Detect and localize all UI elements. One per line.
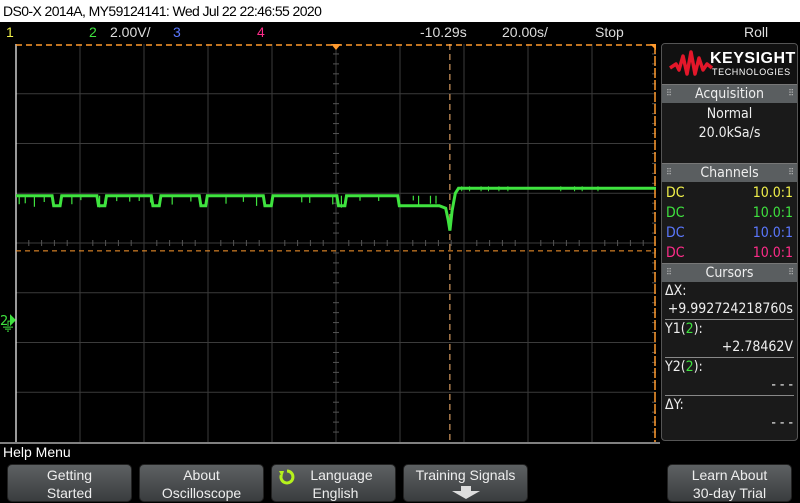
channel-row-4[interactable]: DC 10.0:1 (662, 243, 797, 263)
cursors-readout: ΔX: +9.992724218760s Y1(2): +2.78462V Y2… (662, 282, 797, 433)
acquisition-title: Acquisition (695, 86, 764, 102)
side-panel: KEYSIGHT TECHNOLOGIES ⠿ Acquisition ⠿ No… (661, 43, 798, 441)
softkey-line2: Started (46, 485, 93, 501)
rotate-knob-icon (279, 469, 295, 485)
acquisition-info: Normal 20.0kSa/s (662, 103, 797, 163)
channel-probe: 10.0:1 (752, 225, 793, 241)
y1-label: Y1(2): (662, 320, 797, 338)
drag-grip-icon[interactable]: ⠿ (666, 85, 672, 103)
keysight-logo: KEYSIGHT TECHNOLOGIES (662, 44, 797, 84)
y1-label-pre: Y1( (665, 321, 686, 337)
cursors-header[interactable]: ⠿ Cursors ⠿ (662, 263, 797, 282)
waveform-display[interactable]: 2 (0, 42, 660, 444)
y2-value: - - - (771, 377, 793, 393)
grid-lines (0, 42, 660, 444)
softkey-menu-title: Help Menu (3, 444, 71, 460)
channel-row-3[interactable]: DC 10.0:1 (662, 223, 797, 243)
softkey-line1: Getting (46, 467, 93, 483)
brand-sub: TECHNOLOGIES (712, 67, 791, 77)
y2-channel: 2 (685, 359, 694, 375)
y2-label-post: ): (693, 359, 703, 375)
ch2-scale[interactable]: 2.00V/ (110, 22, 150, 42)
dx-value: +9.992724218760s (667, 301, 793, 317)
dy-value: - - - (771, 415, 793, 431)
channel-coupling: DC (666, 245, 685, 261)
channel-coupling: DC (666, 185, 685, 201)
y2-label: Y2(2): (662, 358, 797, 376)
status-bar: 1 2 2.00V/ 3 4 -10.29s 20.00s/ Stop Roll (0, 22, 800, 42)
time-offset[interactable]: -10.29s (420, 22, 467, 42)
channel-probe: 10.0:1 (752, 205, 793, 221)
softkey-line2: 30-day Trial (692, 485, 767, 501)
time-scale[interactable]: 20.00s/ (502, 22, 548, 42)
drag-grip-icon[interactable]: ⠿ (788, 85, 794, 103)
y1-channel: 2 (685, 321, 694, 337)
dy-label: ΔY: (665, 397, 684, 413)
drag-grip-icon[interactable]: ⠿ (788, 164, 794, 182)
ch1-label[interactable]: 1 (6, 22, 14, 42)
learn-trial-button[interactable]: Learn About 30-day Trial (667, 464, 792, 502)
drag-grip-icon[interactable]: ⠿ (788, 264, 794, 282)
softkey-line1: About (183, 467, 220, 483)
channels-title: Channels (700, 165, 759, 181)
run-state[interactable]: Stop (595, 22, 624, 42)
channel-coupling: DC (666, 225, 685, 241)
training-signals-button[interactable]: Training Signals (403, 464, 528, 502)
y1-value: +2.78462V (721, 339, 793, 355)
channels-header[interactable]: ⠿ Channels ⠿ (662, 163, 797, 182)
softkey-line1: Learn About (691, 467, 768, 483)
softkey-line2: English (312, 485, 359, 501)
channels-list: DC 10.0:1 DC 10.0:1 DC 10.0:1 DC 10.0:1 (662, 182, 797, 263)
channel-row-1[interactable]: DC 10.0:1 (662, 183, 797, 203)
arrow-down-icon (451, 486, 480, 499)
channel-row-2[interactable]: DC 10.0:1 (662, 203, 797, 223)
drag-grip-icon[interactable]: ⠿ (666, 264, 672, 282)
title-bar: DS0-X 2014A, MY59124141: Wed Jul 22 22:4… (0, 0, 800, 22)
dx-label: ΔX: (665, 283, 687, 299)
keysight-wave-icon (669, 50, 714, 76)
softkey-line1: Training Signals (415, 467, 516, 483)
ch4-label[interactable]: 4 (257, 22, 265, 42)
channel-probe: 10.0:1 (752, 245, 793, 261)
getting-started-button[interactable]: Getting Started (7, 464, 132, 502)
acquisition-header[interactable]: ⠿ Acquisition ⠿ (662, 84, 797, 103)
brand-name: KEYSIGHT (710, 50, 796, 67)
cursors-title: Cursors (705, 265, 754, 281)
ch3-label[interactable]: 3 (173, 22, 181, 42)
acquisition-mode: Normal (706, 106, 753, 122)
title-text: DS0-X 2014A, MY59124141: Wed Jul 22 22:4… (3, 3, 322, 19)
channel-coupling: DC (666, 205, 685, 221)
drag-grip-icon[interactable]: ⠿ (666, 164, 672, 182)
y1-label-post: ): (693, 321, 703, 337)
about-oscilloscope-button[interactable]: About Oscilloscope (139, 464, 264, 502)
acq-mode[interactable]: Roll (744, 22, 768, 42)
ch2-label[interactable]: 2 (89, 22, 97, 42)
graticule[interactable]: 2 (0, 42, 660, 444)
y2-label-pre: Y2( (665, 359, 686, 375)
language-button[interactable]: Language English (271, 464, 396, 502)
channel-probe: 10.0:1 (752, 185, 793, 201)
acquisition-rate: 20.0kSa/s (698, 125, 761, 141)
softkey-line2: Oscilloscope (161, 485, 242, 501)
